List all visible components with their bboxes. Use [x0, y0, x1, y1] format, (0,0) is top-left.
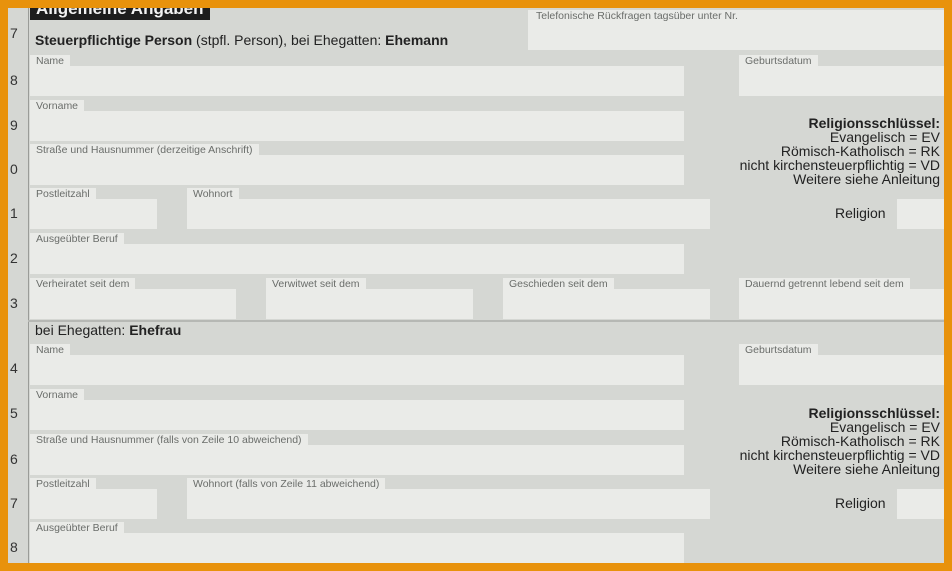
left-margin-line [28, 8, 29, 563]
row-number: 8 [10, 539, 18, 555]
person2-geburtsdatum-label: Geburtsdatum [739, 344, 818, 356]
verheiratet-label: Verheiratet seit dem [30, 278, 136, 290]
person1-heading: Steuerpflichtige Person (stpfl. Person),… [35, 32, 448, 48]
religion-legend-line: Evangelisch = EV [829, 129, 940, 145]
person2-geburtsdatum-field[interactable] [739, 355, 944, 385]
row-number: 6 [10, 451, 18, 467]
verheiratet-field[interactable] [30, 289, 236, 319]
person1-strasse-field[interactable] [30, 155, 684, 185]
religion-legend-line: Römisch-Katholisch = RK [780, 433, 940, 449]
row-number: 0 [10, 161, 18, 177]
section-title: Allgemeine Angaben [30, 8, 210, 20]
person2-heading: bei Ehegatten: Ehefrau [35, 322, 181, 338]
religion-legend-1: Religionsschlüssel: Evangelisch = EV Röm… [740, 116, 940, 186]
religion-legend-line: Römisch-Katholisch = RK [780, 143, 940, 159]
verwitwet-field[interactable] [266, 289, 473, 319]
religion-legend-line: nicht kirchensteuerpflichtig = VD [739, 157, 940, 173]
row-number: 1 [10, 205, 18, 221]
person2-plz-label: Postleitzahl [30, 478, 96, 490]
person1-vorname-field[interactable] [30, 111, 684, 141]
person1-heading-mid: (stpfl. Person), bei Ehegatten: [192, 32, 386, 48]
person1-vorname-label: Vorname [30, 100, 85, 112]
person1-heading-role: Ehemann [385, 32, 449, 48]
religion-legend-line: Weitere siehe Anleitung [793, 171, 940, 187]
geschieden-label: Geschieden seit dem [503, 278, 614, 290]
person2-vorname-label: Vorname [30, 389, 85, 401]
person1-heading-bold: Steuerpflichtige Person [35, 32, 193, 48]
person2-heading-role: Ehefrau [129, 322, 182, 338]
religion-legend-line: Evangelisch = EV [829, 419, 940, 435]
person2-vorname-field[interactable] [30, 400, 684, 430]
person2-name-field[interactable] [30, 355, 684, 385]
person2-strasse-field[interactable] [30, 445, 684, 475]
person2-strasse-label: Straße und Hausnummer (falls von Zeile 1… [30, 434, 308, 446]
person1-religion-label: Religion [835, 205, 886, 221]
tax-form-page: Allgemeine Angaben Telefonische Rückfrag… [8, 8, 944, 563]
person1-religion-field[interactable] [897, 199, 944, 229]
person1-wohnort-label: Wohnort [187, 188, 239, 200]
person1-strasse-label: Straße und Hausnummer (derzeitige Anschr… [30, 144, 259, 156]
row-number: 3 [10, 295, 18, 311]
person2-plz-field[interactable] [30, 489, 157, 519]
religion-legend-line: Weitere siehe Anleitung [793, 461, 940, 477]
row-number: 9 [10, 117, 18, 133]
verwitwet-label: Verwitwet seit dem [266, 278, 366, 290]
person2-beruf-field[interactable] [30, 533, 684, 563]
person2-name-label: Name [30, 344, 71, 356]
person2-heading-mid: bei Ehegatten: [35, 322, 130, 338]
row-number: 4 [10, 360, 18, 376]
row-number: 5 [10, 405, 18, 421]
religion-legend-2: Religionsschlüssel: Evangelisch = EV Röm… [740, 406, 940, 476]
person1-wohnort-field[interactable] [187, 199, 710, 229]
person1-plz-label: Postleitzahl [30, 188, 96, 200]
person1-name-field[interactable] [30, 66, 684, 96]
row-number: 7 [10, 25, 18, 41]
person1-geburtsdatum-field[interactable] [739, 66, 944, 96]
person2-wohnort-field[interactable] [187, 489, 710, 519]
row-number: 8 [10, 72, 18, 88]
person1-name-label: Name [30, 55, 71, 67]
religion-legend-line: nicht kirchensteuerpflichtig = VD [739, 447, 940, 463]
religion-legend-title: Religionsschlüssel: [808, 115, 940, 131]
person1-geburtsdatum-label: Geburtsdatum [739, 55, 818, 67]
person2-religion-label: Religion [835, 495, 886, 511]
getrennt-label: Dauernd getrennt lebend seit dem [739, 278, 910, 290]
person2-wohnort-label: Wohnort (falls von Zeile 11 abweichend) [187, 478, 386, 490]
person1-beruf-label: Ausgeübter Beruf [30, 233, 124, 245]
row-number: 2 [10, 250, 18, 266]
person2-beruf-label: Ausgeübter Beruf [30, 522, 124, 534]
row-number: 7 [10, 495, 18, 511]
person2-religion-field[interactable] [897, 489, 944, 519]
getrennt-field[interactable] [739, 289, 944, 319]
person1-beruf-field[interactable] [30, 244, 684, 274]
person1-plz-field[interactable] [30, 199, 157, 229]
religion-legend-title: Religionsschlüssel: [808, 405, 940, 421]
geschieden-field[interactable] [503, 289, 710, 319]
phone-label: Telefonische Rückfragen tagsüber unter N… [530, 10, 744, 22]
